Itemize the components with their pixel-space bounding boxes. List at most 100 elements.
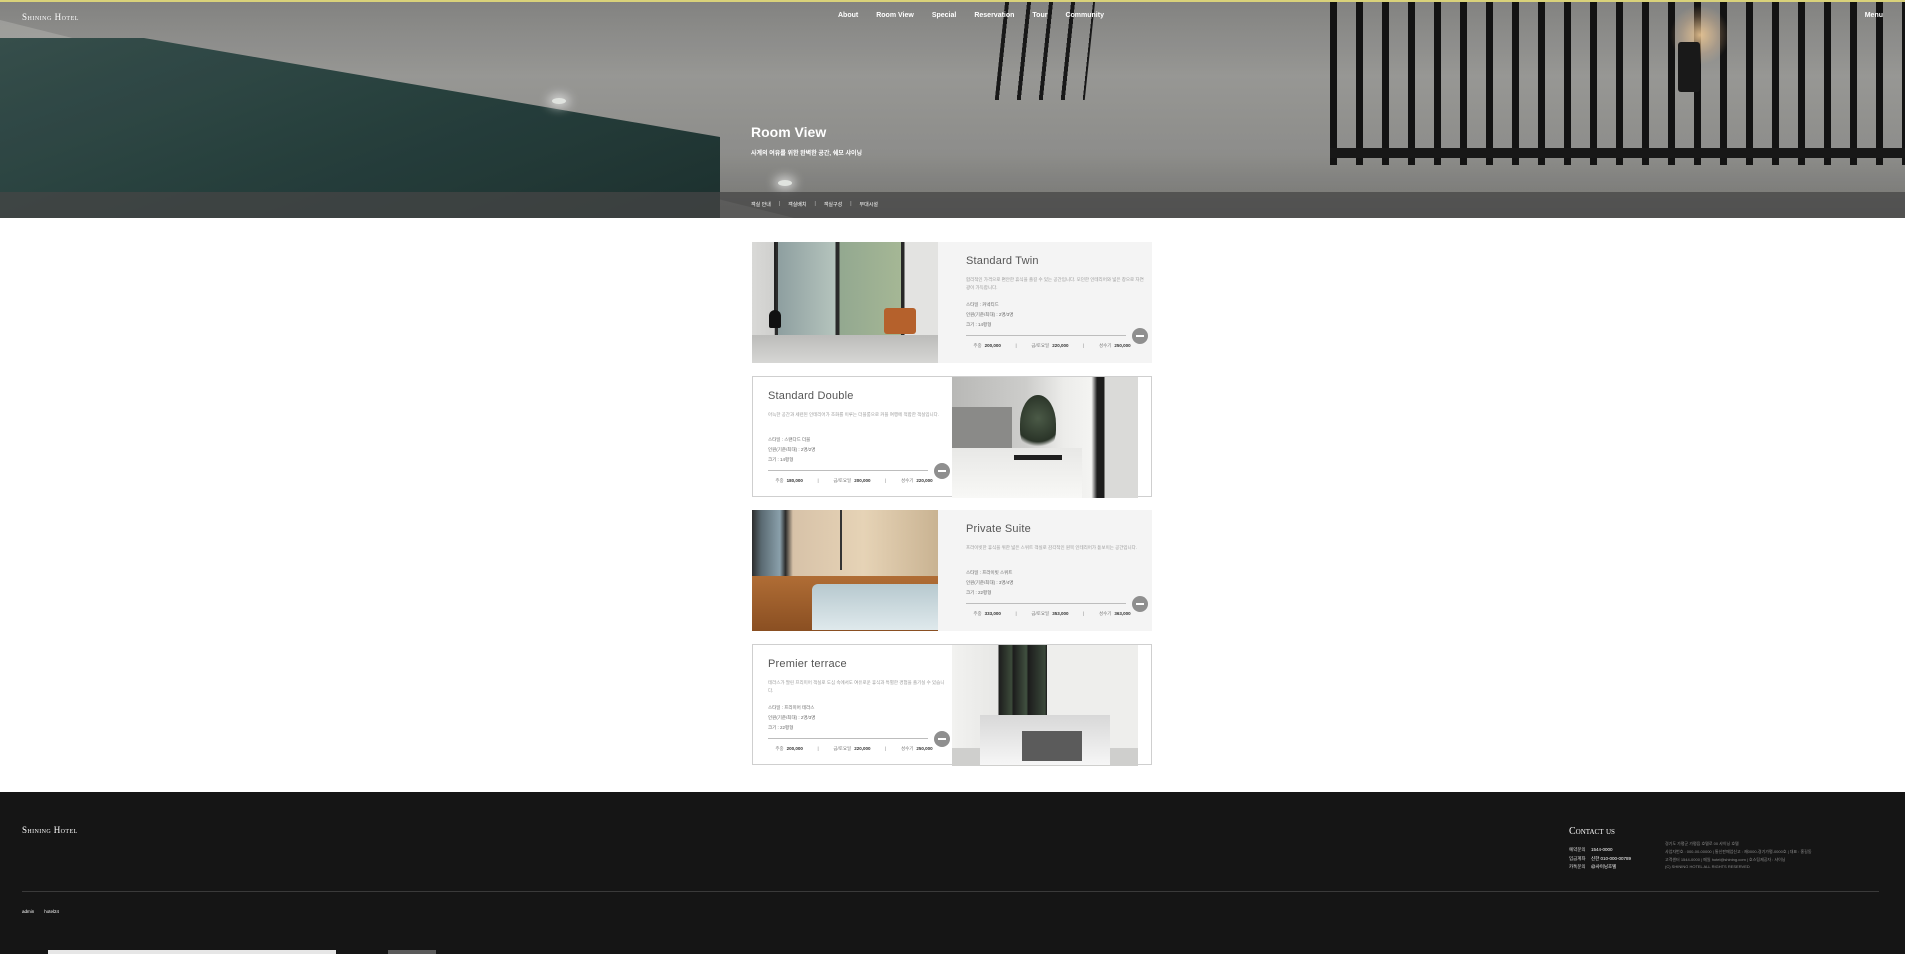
- room-prices: 주중 180,000 | 금/토요일 200,000 | 성수기 220,000: [768, 478, 940, 484]
- menu-button[interactable]: Menu: [1865, 12, 1883, 19]
- minus-icon: [938, 738, 946, 740]
- subnav-item[interactable]: 객실배치 |: [788, 201, 816, 208]
- more-button[interactable]: [1132, 328, 1148, 344]
- price-separator: |: [1083, 611, 1085, 616]
- nav-tour[interactable]: Tour: [1032, 12, 1047, 19]
- address-line: 경기도 가평군 가평읍 호텔로 00 샤이닝 호텔: [1665, 841, 1739, 846]
- contact-kakao: 카톡문의 @샤이닝호텔: [1569, 864, 1617, 869]
- subnav-label: 객실배치: [788, 202, 807, 208]
- price-separator: |: [1083, 343, 1085, 348]
- hero-banner: Shining Hotel About Room View Special Re…: [0, 0, 1905, 218]
- room-photo[interactable]: [752, 242, 938, 363]
- room-specs: 스타일 : 스탠다드 더블 인원(기준/최대) : 2명/2명 크기 : 14평…: [768, 435, 815, 465]
- room-card-premier-terrace: Premier terrace 테라스가 딸린 프리미어 객실로 도심 속에서도…: [752, 644, 1152, 766]
- nav-community[interactable]: Community: [1065, 12, 1104, 19]
- price-weekend: 금/토요일 353,000: [1031, 611, 1069, 616]
- nav-special[interactable]: Special: [932, 12, 957, 19]
- room-description: 아늑한 공간과 세련된 인테리어가 조화를 이루는 더블룸으로 커플 여행에 적…: [768, 412, 940, 417]
- subnav-item[interactable]: 부대시설: [860, 201, 878, 208]
- armchair: [884, 308, 916, 334]
- side-table: [1014, 455, 1062, 460]
- pendant-lamp: [840, 510, 842, 570]
- admin-link[interactable]: admin: [22, 909, 34, 914]
- room-photo[interactable]: [752, 510, 938, 631]
- more-button[interactable]: [934, 731, 950, 747]
- room-photo[interactable]: [952, 377, 1138, 498]
- room-specs: 스타일 : 프리미어 테라스 인원(기준/최대) : 2명/3명 크기 : 22…: [768, 703, 815, 733]
- room-info: Premier terrace 테라스가 딸린 프리미어 객실로 도심 속에서도…: [768, 645, 954, 766]
- price-peak: 성수기 250,000: [1098, 343, 1131, 348]
- footer-logo[interactable]: Shining Hotel: [22, 825, 78, 835]
- subnav-item[interactable]: 객실구성 |: [824, 201, 852, 208]
- room-capacity: 인원(기준/최대) : 2명/3명: [966, 312, 1014, 317]
- price-peak: 성수기 220,000: [900, 478, 933, 483]
- more-button[interactable]: [1132, 596, 1148, 612]
- address-line: 사업자번호 : 000-00-00000 | 통신판매업신고 : 제0000-경…: [1665, 848, 1812, 854]
- subnav-label: 객실구성: [823, 202, 843, 208]
- hotel24-link[interactable]: hotel24: [44, 909, 59, 914]
- subnav-item[interactable]: 객실 안내 |: [751, 201, 780, 208]
- nav-room-view[interactable]: Room View: [876, 12, 914, 19]
- room-description: 합리적인 가격으로 편안한 휴식을 즐길 수 있는 공간입니다. 모던한 인테리…: [966, 277, 1144, 290]
- top-accent-line: [0, 0, 1905, 2]
- minus-icon: [1136, 335, 1144, 337]
- divider: [966, 603, 1126, 604]
- room-size: 크기 : 14평형: [966, 322, 992, 327]
- room-size: 크기 : 22평형: [966, 590, 992, 595]
- nav-reservation[interactable]: Reservation: [974, 12, 1014, 19]
- contact-phone: 예약문의 1544-0000: [1569, 847, 1613, 852]
- room-card-private-suite: Private Suite 프라이빗한 휴식을 위한 넓은 스위트 객실로 감각…: [752, 510, 1152, 631]
- price-weekend: 금/토요일 220,000: [833, 746, 871, 751]
- room-style: 스타일 : 프리미어 테라스: [768, 705, 815, 710]
- contact-list: 예약문의 1544-0000 입금계좌 신한 010-000-00789 카톡문의 @…: [1569, 846, 1631, 872]
- bed: [812, 584, 938, 630]
- price-weekend: 금/토요일 200,000: [833, 478, 871, 483]
- room-specs: 스타일 : 프라이빗 스위트 인원(기준/최대) : 3명/4명 크기 : 22…: [966, 568, 1013, 598]
- room-name: Premier terrace: [768, 658, 847, 670]
- subnav-separator: |: [850, 201, 852, 207]
- room-name: Standard Twin: [966, 255, 1039, 267]
- room-capacity: 인원(기준/최대) : 3명/4명: [966, 580, 1014, 585]
- price-separator: |: [885, 746, 887, 751]
- room-prices: 주중 200,000 | 금/토요일 220,000 | 성수기 250,000: [966, 343, 1138, 349]
- price-peak: 성수기 250,000: [900, 746, 933, 751]
- price-separator: |: [1015, 343, 1017, 348]
- contact-title: Contact us: [1569, 826, 1615, 837]
- site-footer: Shining Hotel Contact us 예약문의 1544-0000 입…: [0, 792, 1905, 954]
- bed-throw: [1022, 731, 1082, 761]
- sub-navigation: 객실 안내 | 객실배치 | 객실구성 | 부대시설: [0, 192, 1905, 218]
- price-weekday: 주중 200,000: [775, 746, 803, 751]
- divider: [966, 335, 1126, 336]
- contact-account: 입금계좌 신한 010-000-00789: [1569, 855, 1632, 861]
- plant: [1020, 395, 1056, 453]
- pendant-lamp: [769, 242, 781, 328]
- subnav-label: 객실 안내: [751, 202, 771, 208]
- company-info: 경기도 가평군 가평읍 호텔로 00 샤이닝 호텔 사업자번호 : 000-00…: [1665, 840, 1890, 871]
- room-info: Standard Twin 합리적인 가격으로 편안한 휴식을 즐길 수 있는 …: [966, 242, 1152, 363]
- room-style: 스타일 : 스탠다드 더블: [768, 437, 811, 442]
- room-photo[interactable]: [952, 645, 1138, 766]
- footer-bar: [388, 950, 436, 954]
- footer-divider: [22, 891, 1879, 892]
- footer-bar: [48, 950, 336, 954]
- hero-shade: [0, 0, 1905, 218]
- room-name: Standard Double: [768, 390, 854, 402]
- room-style: 스타일 : 프라이빗 스위트: [966, 570, 1013, 575]
- price-separator: |: [817, 478, 819, 483]
- price-weekday: 주중 180,000: [775, 478, 803, 483]
- room-info: Standard Double 아늑한 공간과 세련된 인테리어가 조화를 이루…: [768, 377, 954, 498]
- room-capacity: 인원(기준/최대) : 2명/3명: [768, 715, 816, 720]
- more-button[interactable]: [934, 463, 950, 479]
- subnav-label: 부대시설: [859, 202, 878, 208]
- page-title: Room View: [751, 124, 827, 140]
- site-logo[interactable]: Shining Hotel: [22, 12, 79, 22]
- price-separator: |: [885, 478, 887, 483]
- subnav-separator: |: [814, 201, 816, 207]
- nav-about[interactable]: About: [838, 12, 858, 19]
- minus-icon: [938, 470, 946, 472]
- room-card-standard-twin: Standard Twin 합리적인 가격으로 편안한 휴식을 즐길 수 있는 …: [752, 242, 1152, 363]
- price-weekday: 주중 200,000: [973, 343, 1001, 348]
- main-nav: About Room View Special Reservation Tour…: [838, 12, 1104, 19]
- price-peak: 성수기 363,000: [1098, 611, 1131, 616]
- room-size: 크기 : 14평형: [768, 457, 794, 462]
